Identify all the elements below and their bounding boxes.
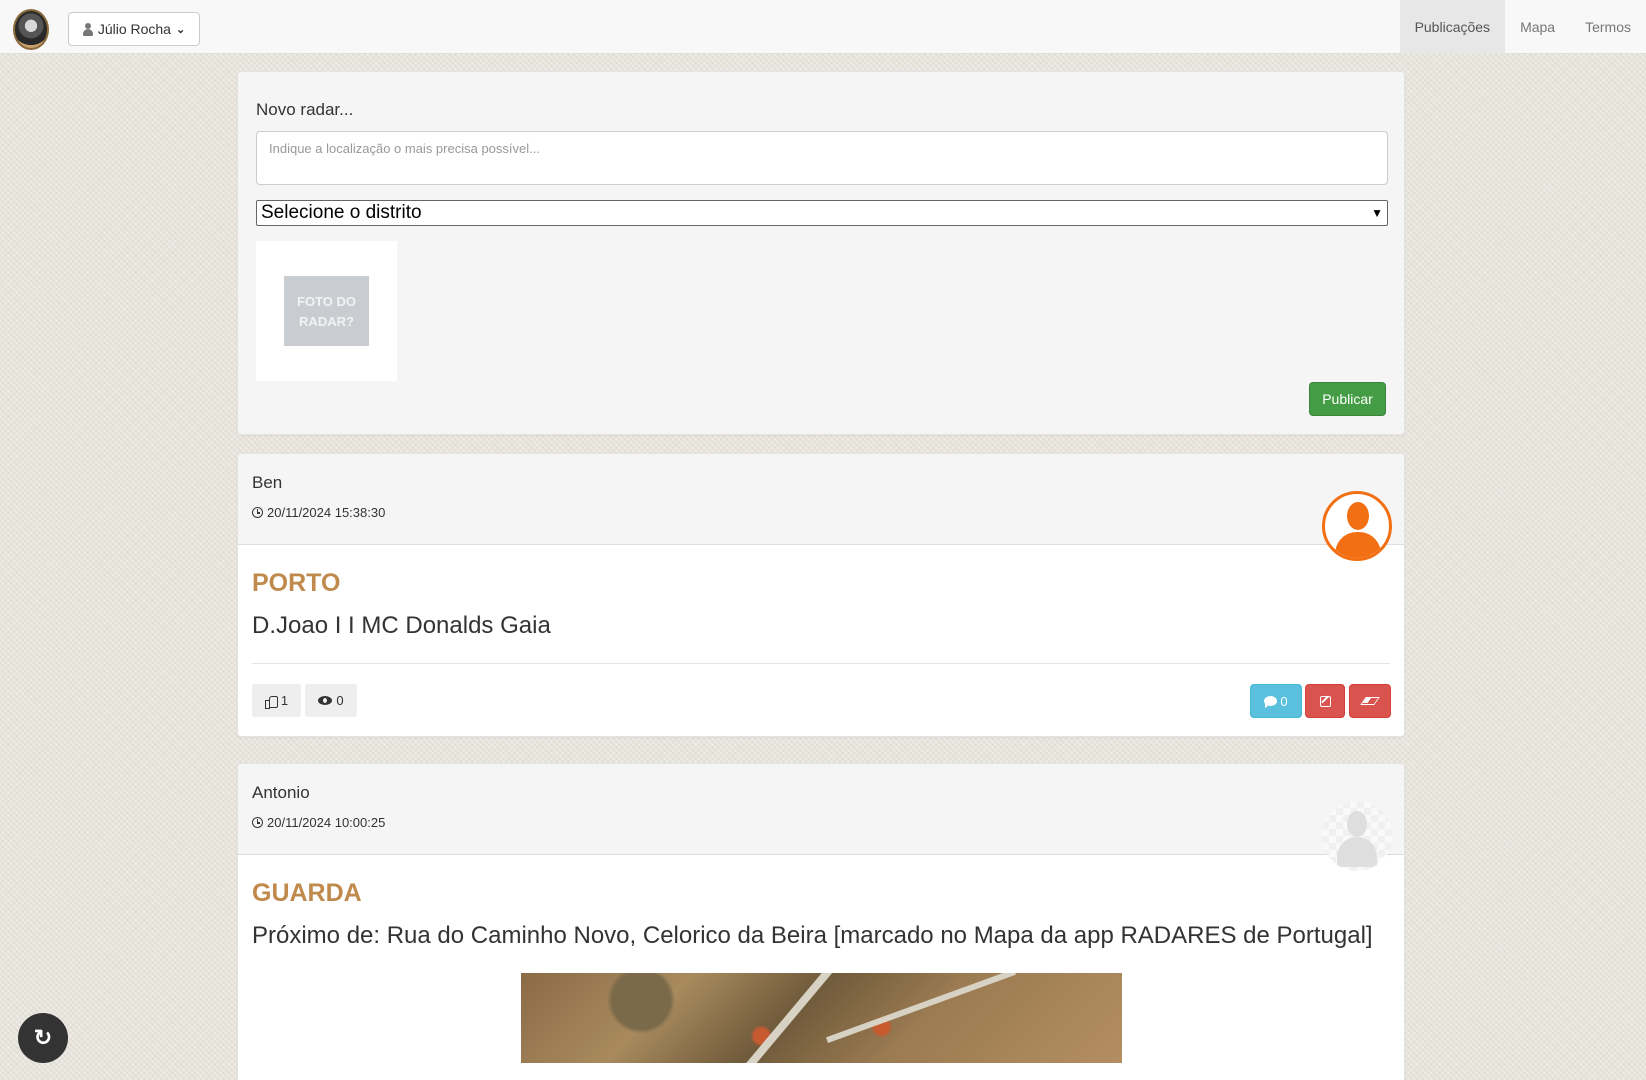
top-navbar: Júlio Rocha ⌄ Publicações Mapa Termos	[0, 0, 1646, 54]
comment-icon	[1264, 696, 1278, 708]
location-input[interactable]	[256, 131, 1388, 185]
district-select-value: Selecione o distrito	[261, 202, 422, 223]
publish-button[interactable]: Publicar	[1309, 382, 1386, 416]
clock-icon	[252, 817, 263, 828]
post-timestamp: 20/11/2024 10:00:25	[252, 815, 1390, 830]
post-card: Ben 20/11/2024 15:38:30 PORTO D.Joao I I…	[237, 453, 1405, 737]
nav-link-publicacoes[interactable]: Publicações	[1399, 0, 1506, 54]
post-actions: 1 0 0	[252, 664, 1391, 744]
post-district: PORTO	[252, 569, 341, 597]
eraser-icon	[1360, 697, 1380, 705]
views-button[interactable]: 0	[305, 684, 357, 717]
like-count: 1	[280, 693, 289, 708]
user-icon	[82, 22, 93, 36]
post-author: Ben	[252, 473, 283, 492]
post-author: Antonio	[252, 783, 310, 802]
new-radar-form: Novo radar... Selecione o distrito ▼ FOT…	[237, 71, 1405, 435]
nav-links: Publicações Mapa Termos	[1399, 0, 1646, 54]
select-chevron-icon: ▼	[1371, 206, 1383, 220]
post-body: PORTO D.Joao I I MC Donalds Gaia 1 0 0	[238, 569, 1404, 744]
district-select[interactable]: Selecione o distrito ▼	[256, 200, 1388, 226]
post-timestamp: 20/11/2024 15:38:30	[252, 505, 1390, 520]
post-header: Ben 20/11/2024 15:38:30	[238, 454, 1404, 561]
post-location: Próximo de: Rua do Caminho Novo, Celoric…	[252, 922, 1373, 949]
post-header: Antonio 20/11/2024 10:00:25	[238, 764, 1404, 871]
brand-logo-avatar[interactable]	[13, 9, 49, 50]
photo-placeholder: FOTO DO RADAR?	[284, 276, 369, 346]
post-body: GUARDA Próximo de: Rua do Caminho Novo, …	[238, 879, 1404, 1063]
eye-icon	[318, 696, 333, 705]
thumbs-up-icon	[264, 695, 278, 709]
view-count: 0	[336, 693, 344, 708]
nav-link-termos[interactable]: Termos	[1570, 0, 1646, 54]
comments-button[interactable]: 0	[1250, 684, 1302, 718]
delete-button[interactable]	[1349, 684, 1391, 718]
nav-link-mapa[interactable]: Mapa	[1505, 0, 1570, 54]
like-button[interactable]: 1	[252, 684, 301, 717]
post-timestamp-text: 20/11/2024 15:38:30	[267, 505, 386, 520]
radar-photo[interactable]	[520, 973, 1122, 1063]
user-name: Júlio Rocha	[97, 21, 171, 37]
post-location: D.Joao I I MC Donalds Gaia	[252, 612, 551, 639]
ghost-person-icon	[1322, 801, 1392, 871]
user-menu-dropdown[interactable]: Júlio Rocha ⌄	[68, 12, 200, 46]
photo-upload[interactable]: FOTO DO RADAR?	[256, 241, 397, 381]
orange-person-icon	[1322, 491, 1392, 561]
post-district: GUARDA	[252, 879, 362, 907]
edit-button[interactable]	[1305, 684, 1345, 718]
refresh-button[interactable]: ↻	[18, 1013, 68, 1063]
refresh-icon: ↻	[33, 1025, 53, 1050]
comment-count: 0	[1280, 693, 1288, 709]
clock-icon	[252, 507, 263, 518]
post-timestamp-text: 20/11/2024 10:00:25	[267, 815, 386, 830]
new-radar-label: Novo radar...	[256, 100, 354, 119]
post-card: Antonio 20/11/2024 10:00:25 GUARDA Próxi…	[237, 763, 1405, 1080]
chevron-down-icon: ⌄	[175, 23, 186, 36]
edit-icon	[1319, 695, 1331, 707]
